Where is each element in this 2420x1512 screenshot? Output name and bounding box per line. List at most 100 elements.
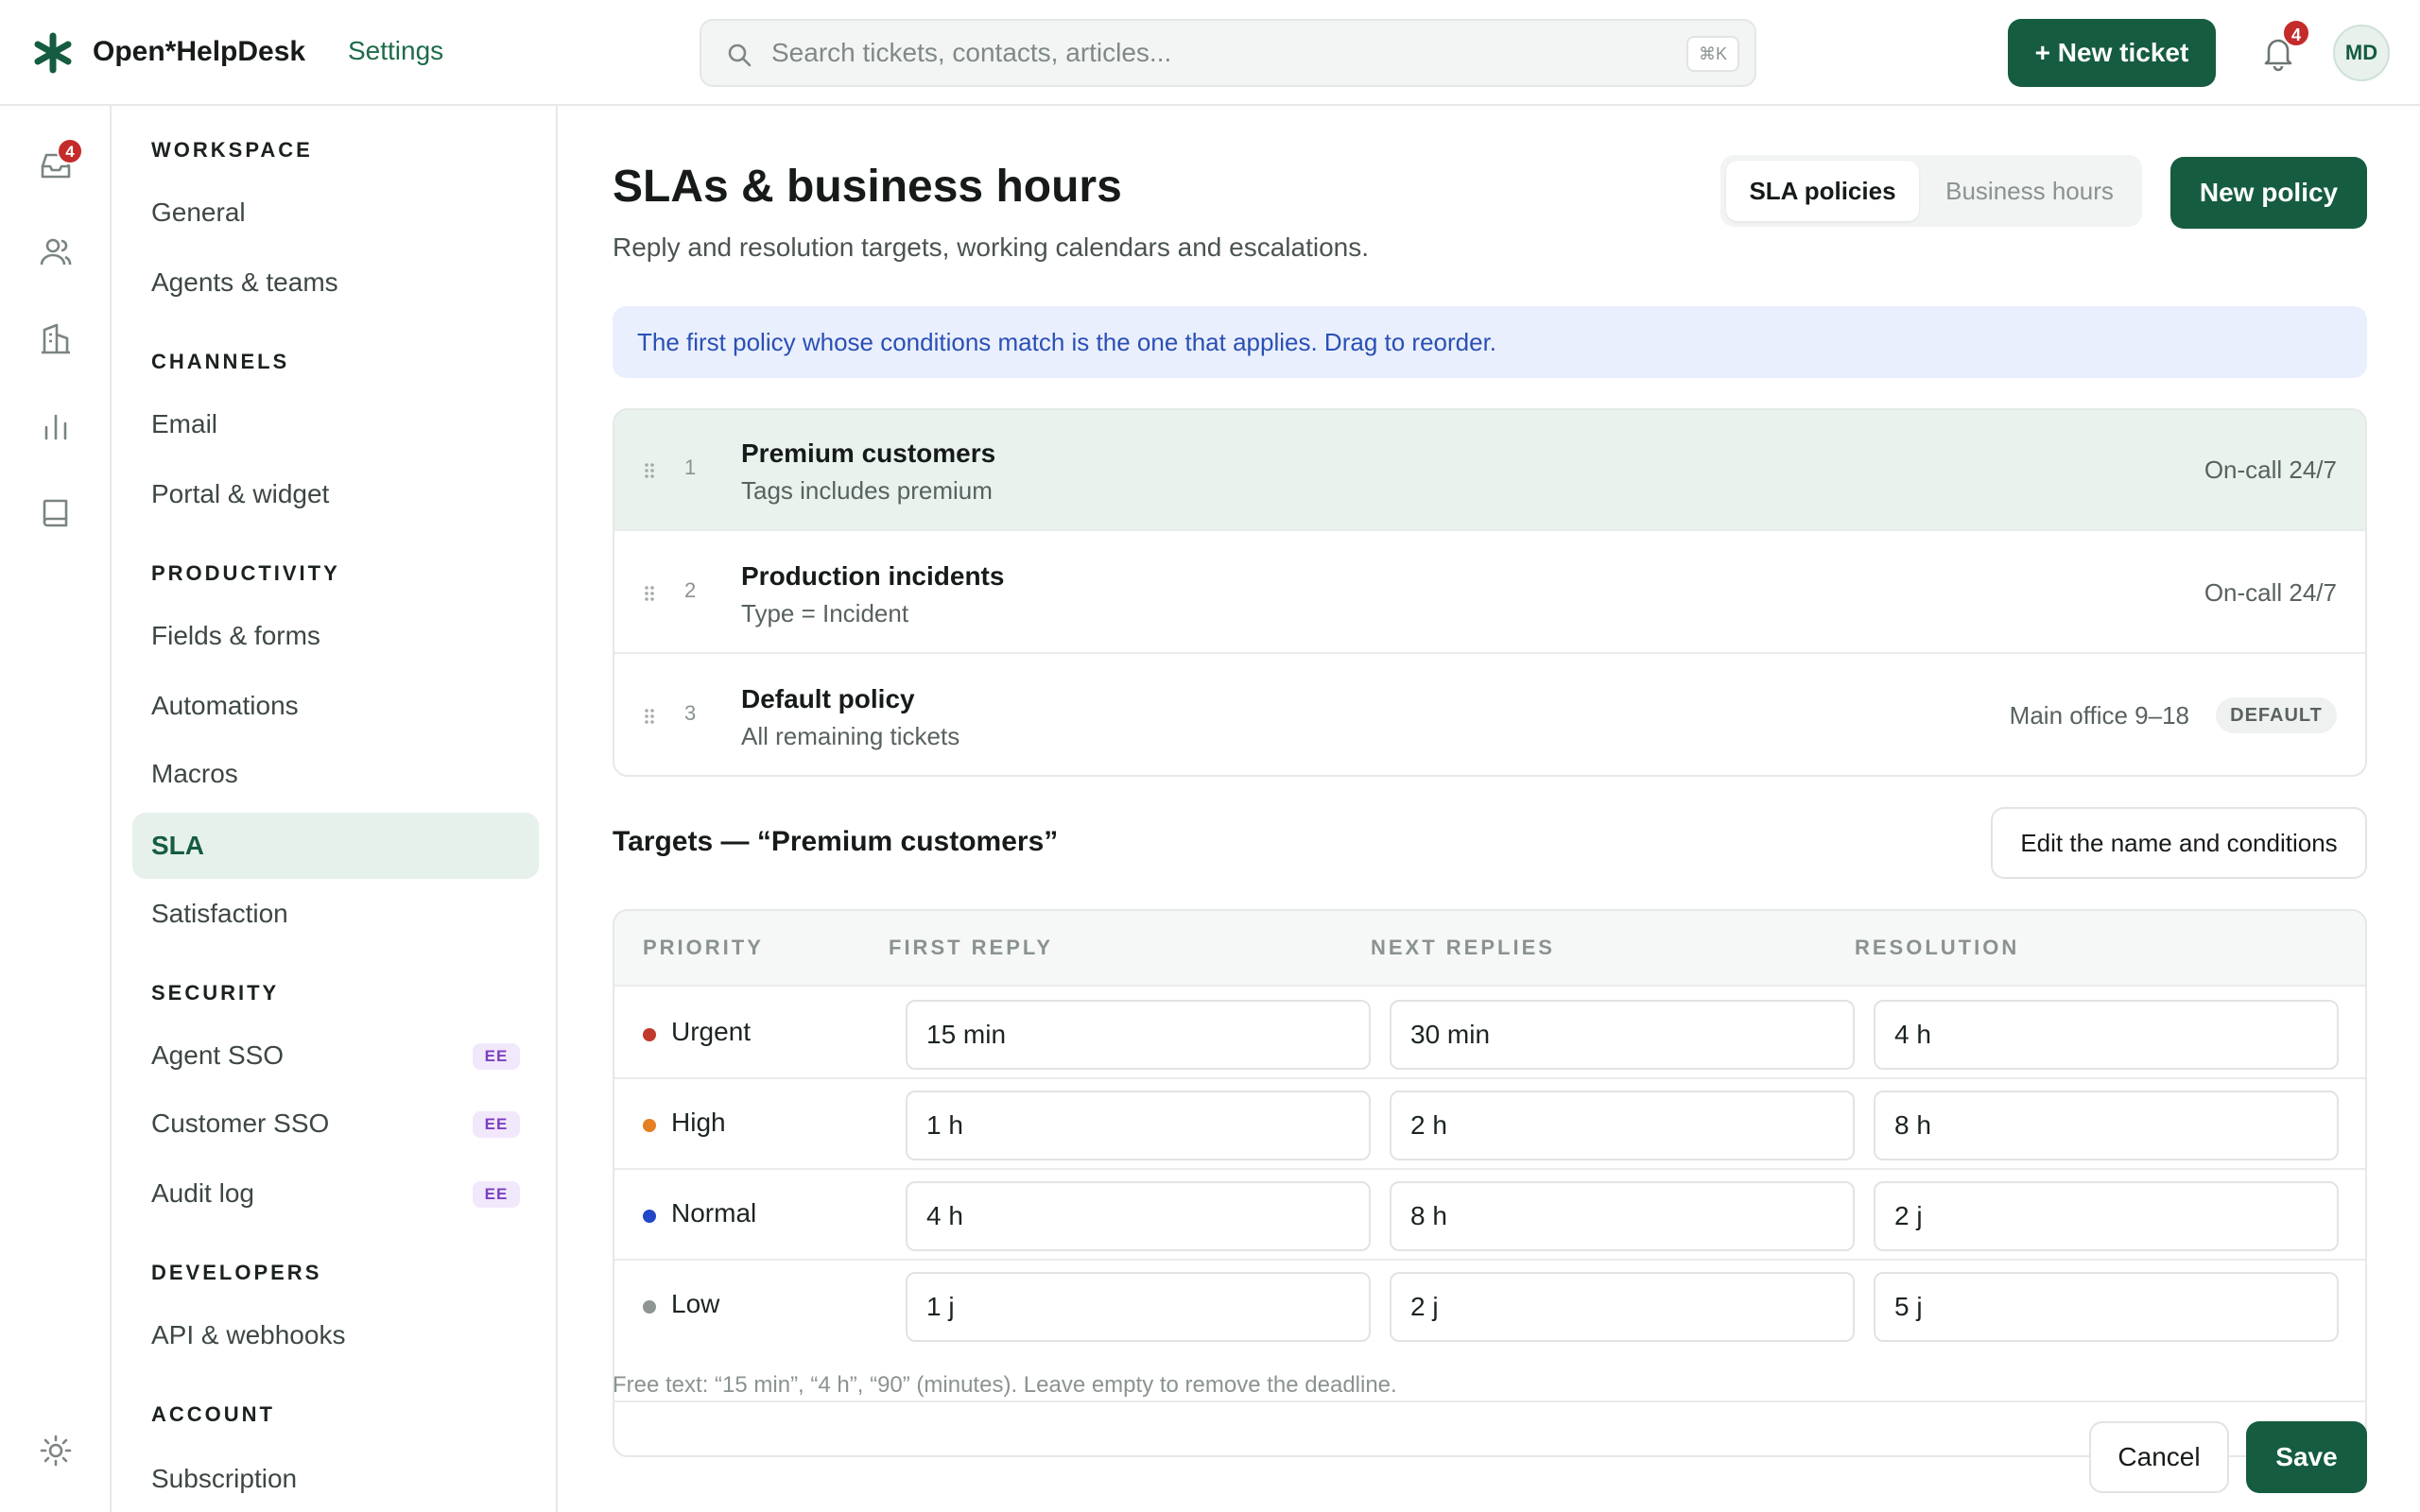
column-first-reply: FIRST REPLY [889,936,1053,959]
first-reply-input[interactable]: 4 h [906,1181,1371,1251]
priority-dot-icon [643,1300,656,1314]
drag-handle-icon[interactable] [643,461,656,480]
search-input[interactable]: Search tickets, contacts, articles... [771,38,1171,68]
resolution-input[interactable]: 8 h [1874,1091,2339,1160]
enterprise-badge: EE [473,1043,520,1070]
table-row: High 1 h 2 h 8 h [614,1079,2365,1170]
policy-condition: All remaining tickets [741,722,960,750]
icon-rail: 4 [0,106,112,1512]
policy-row[interactable]: 3 Default policy All remaining tickets M… [614,656,2365,775]
drag-handle-icon[interactable] [643,584,656,603]
notification-badge: 4 [2282,19,2310,47]
brand-name[interactable]: Open*HelpDesk [93,36,305,68]
policy-row[interactable]: 1 Premium customers Tags includes premiu… [614,410,2365,531]
sidebar-item-macros[interactable]: Macros [132,741,539,807]
new-policy-button[interactable]: New policy [2170,157,2367,229]
policy-list: 1 Premium customers Tags includes premiu… [613,408,2367,777]
info-banner: The first policy whose conditions match … [613,306,2367,378]
main-content: SLAs & business hours Reply and resoluti… [560,106,2420,1512]
edit-policy-button[interactable]: Edit the name and conditions [1991,807,2367,879]
asterisk-logo-icon [34,32,72,74]
priority-dot-icon [643,1210,656,1223]
settings-link[interactable]: Settings [348,36,443,66]
priority-label: Low [671,1289,720,1318]
first-reply-input[interactable]: 1 j [906,1272,1371,1342]
table-header: PRIORITY FIRST REPLY NEXT REPLIES RESOLU… [614,911,2365,987]
policy-order: 2 [684,578,697,602]
nav-section-security: SECURITY [151,981,280,1005]
nav-section-developers: DEVELOPERS [151,1261,322,1284]
sidebar-item-agent-sso[interactable]: Agent SSO EE [132,1022,539,1089]
default-badge: DEFAULT [2216,697,2337,733]
view-switcher: SLA policies Business hours [1720,155,2142,227]
sidebar-item-general[interactable]: General [132,180,539,246]
priority-label: High [671,1108,726,1137]
next-replies-input[interactable]: 2 j [1390,1272,1855,1342]
avatar[interactable]: MD [2333,25,2390,81]
knowledge-base-icon[interactable] [38,495,74,531]
policy-calendar: On-call 24/7 [2204,578,2337,607]
priority-dot-icon [643,1119,656,1132]
sidebar-item-subscription[interactable]: Subscription [132,1446,539,1512]
tab-business-hours[interactable]: Business hours [1923,161,2136,221]
format-hint: Free text: “15 min”, “4 h”, “90” (minute… [613,1372,1397,1398]
sidebar-item-api-webhooks[interactable]: API & webhooks [132,1302,539,1368]
cancel-button[interactable]: Cancel [2089,1421,2229,1493]
sidebar-item-portal-widget[interactable]: Portal & widget [132,461,539,527]
resolution-input[interactable]: 4 h [1874,1000,2339,1070]
nav-section-productivity: PRODUCTIVITY [151,561,340,585]
policy-name: Production incidents [741,561,1005,591]
sidebar-item-label: Agent SSO [151,1040,285,1070]
sidebar-item-fields-forms[interactable]: Fields & forms [132,603,539,669]
sidebar-item-sla[interactable]: SLA [132,813,539,879]
sidebar-item-satisfaction[interactable]: Satisfaction [132,881,539,947]
sidebar-item-email[interactable]: Email [132,391,539,457]
tab-sla-policies[interactable]: SLA policies [1726,161,1919,221]
policy-condition: Tags includes premium [741,476,993,505]
sidebar-item-label: Audit log [151,1178,254,1208]
settings-sun-icon[interactable] [38,1433,74,1469]
next-replies-input[interactable]: 30 min [1390,1000,1855,1070]
policy-name: Premium customers [741,438,996,468]
policy-calendar: On-call 24/7 [2204,455,2337,484]
nav-section-channels: CHANNELS [151,350,290,373]
priority-dot-icon [643,1028,656,1041]
sidebar-item-automations[interactable]: Automations [132,673,539,739]
sidebar-item-agents-teams[interactable]: Agents & teams [132,249,539,316]
sidebar-item-label: Customer SSO [151,1108,330,1138]
column-priority: PRIORITY [643,936,764,959]
page-title: SLAs & business hours [613,162,1122,212]
sidebar-item-audit-log[interactable]: Audit log EE [132,1160,539,1227]
column-next-replies: NEXT REPLIES [1371,936,1555,959]
priority-label: Urgent [671,1017,752,1046]
policy-calendar: Main office 9–18 [2009,701,2189,730]
next-replies-input[interactable]: 2 h [1390,1091,1855,1160]
policy-order: 1 [684,455,697,479]
search-shortcut-hint: ⌘K [1686,36,1739,72]
table-row: Normal 4 h 8 h 2 j [614,1170,2365,1261]
policy-order: 3 [684,701,697,725]
reports-icon[interactable] [38,408,74,444]
sidebar-item-customer-sso[interactable]: Customer SSO EE [132,1091,539,1157]
top-bar: Open*HelpDesk Settings Search tickets, c… [0,0,2420,106]
search-bar[interactable]: Search tickets, contacts, articles... ⌘K [700,19,1756,87]
contacts-icon[interactable] [38,234,74,270]
page-subtitle: Reply and resolution targets, working ca… [613,232,1370,262]
companies-icon[interactable] [38,321,74,357]
inbox-badge: 4 [57,138,83,164]
nav-section-account: ACCOUNT [151,1402,275,1426]
save-button[interactable]: Save [2246,1421,2367,1493]
nav-section-workspace: WORKSPACE [151,138,313,162]
new-ticket-button[interactable]: + New ticket [2008,19,2216,87]
first-reply-input[interactable]: 15 min [906,1000,1371,1070]
resolution-input[interactable]: 2 j [1874,1181,2339,1251]
next-replies-input[interactable]: 8 h [1390,1181,1855,1251]
first-reply-input[interactable]: 1 h [906,1091,1371,1160]
settings-sidebar: WORKSPACE General Agents & teams CHANNEL… [113,106,558,1512]
policy-row[interactable]: 2 Production incidents Type = Incident O… [614,533,2365,654]
drag-handle-icon[interactable] [643,707,656,726]
enterprise-badge: EE [473,1181,520,1208]
table-row: Urgent 15 min 30 min 4 h [614,988,2365,1079]
resolution-input[interactable]: 5 j [1874,1272,2339,1342]
targets-heading: Targets — “Premium customers” [613,826,1059,857]
